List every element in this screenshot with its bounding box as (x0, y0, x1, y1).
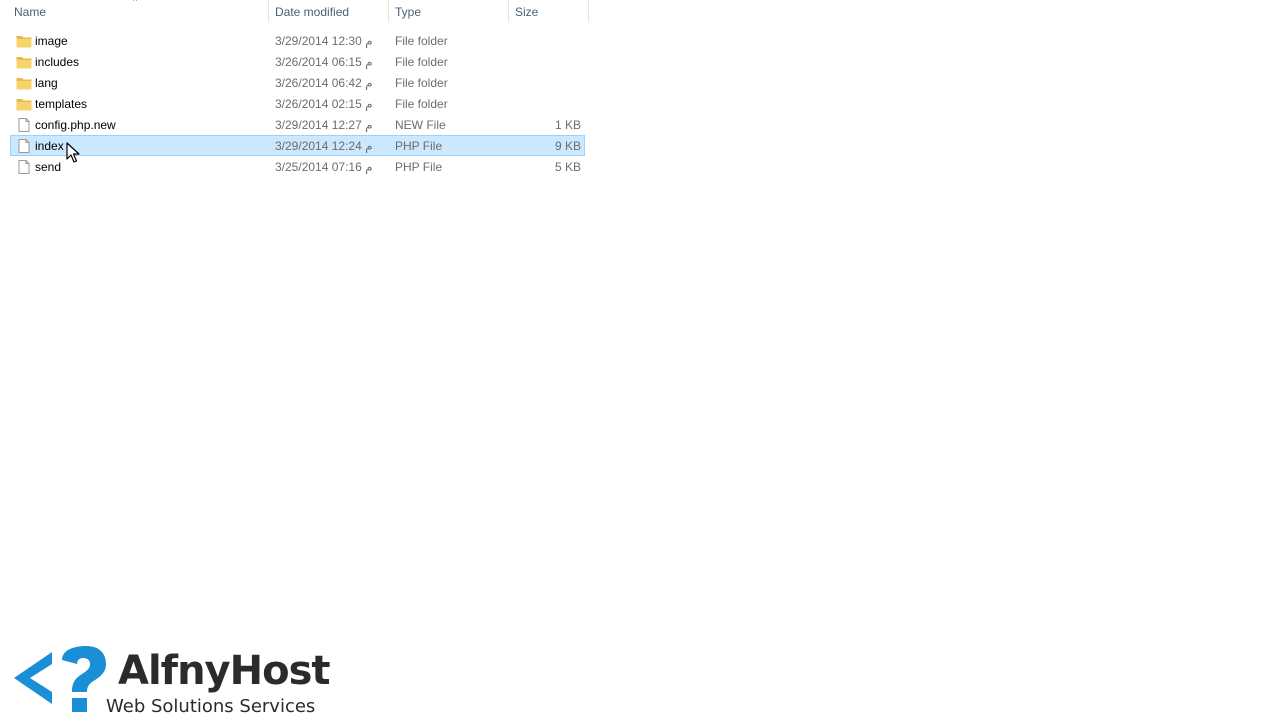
folder-icon (16, 76, 32, 90)
mouse-cursor-icon (66, 142, 80, 163)
watermark-logo: AlfnyHost Web Solutions Services (10, 646, 360, 718)
file-type: PHP File (395, 139, 443, 153)
folder-row[interactable]: templates 3/26/2014 02:15 م File folder (10, 93, 585, 114)
file-name: templates (35, 97, 88, 111)
file-row[interactable]: send 3/25/2014 07:16 م PHP File 5 KB (10, 156, 585, 177)
file-type: File folder (395, 34, 448, 48)
file-name: index (35, 139, 64, 153)
file-date-modified: 3/26/2014 06:15 م (275, 55, 373, 69)
column-size[interactable]: Size (509, 0, 589, 22)
file-explorer: ^ Name Date modified Type Size image 3/29… (0, 0, 1280, 720)
file-date-modified: 3/26/2014 02:15 م (275, 97, 373, 111)
logo-mark-icon (14, 646, 106, 712)
folder-icon (16, 97, 32, 111)
column-type[interactable]: Type (389, 0, 509, 22)
file-name: includes (35, 55, 80, 69)
file-icon (16, 139, 32, 153)
folder-row[interactable]: image 3/29/2014 12:30 م File folder (10, 30, 585, 51)
file-name: image (35, 34, 68, 48)
file-type: PHP File (395, 160, 443, 174)
file-type: NEW File (395, 118, 446, 132)
folder-icon (16, 34, 32, 48)
file-size: 1 KB (554, 118, 581, 132)
file-row[interactable]: index 3/29/2014 12:24 م PHP File 9 KB (10, 135, 585, 156)
folder-row[interactable]: lang 3/26/2014 06:42 م File folder (10, 72, 585, 93)
file-date-modified: 3/25/2014 07:16 م (275, 160, 373, 174)
file-size: 9 KB (554, 139, 581, 153)
file-type: File folder (395, 97, 448, 111)
file-date-modified: 3/29/2014 12:24 م (275, 139, 373, 153)
file-name: send (35, 160, 62, 174)
file-date-modified: 3/29/2014 12:27 م (275, 118, 373, 132)
file-name: lang (35, 76, 58, 90)
file-date-modified: 3/26/2014 06:42 م (275, 76, 373, 90)
file-type: File folder (395, 55, 448, 69)
file-row[interactable]: config.php.new 3/29/2014 12:27 م NEW File 1… (10, 114, 585, 135)
watermark-subtitle: Web Solutions Services (106, 696, 316, 717)
file-icon (16, 160, 32, 174)
column-date-modified[interactable]: Date modified (269, 0, 389, 22)
file-type: File folder (395, 76, 448, 90)
column-header: ^ Name Date modified Type Size (0, 0, 590, 24)
watermark-title: AlfnyHost (118, 648, 331, 694)
folder-row[interactable]: includes 3/26/2014 06:15 م File folder (10, 51, 585, 72)
file-date-modified: 3/29/2014 12:30 م (275, 34, 373, 48)
folder-icon (16, 55, 32, 69)
file-icon (16, 118, 32, 132)
file-size: 5 KB (554, 160, 581, 174)
file-name: config.php.new (35, 118, 116, 132)
column-name[interactable]: Name (8, 0, 269, 22)
